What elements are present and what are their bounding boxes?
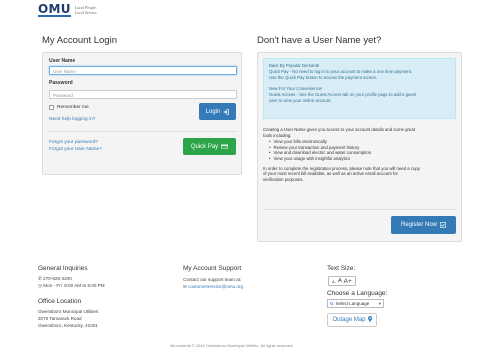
text-size-large[interactable]: A+ <box>344 278 352 285</box>
copyright: All contents © 2016 Owensboro Municipal … <box>170 343 294 348</box>
password-input[interactable]: Password <box>49 90 237 99</box>
office-location-title: Office Location <box>38 298 82 305</box>
account-support-title: My Account Support <box>183 265 242 272</box>
signup-info-alert: Back By Popular Demand! Quick Pay - No n… <box>263 58 456 119</box>
remember-me-checkbox[interactable] <box>49 105 54 110</box>
office-name: Owensboro Municipal Utilities <box>38 309 99 314</box>
general-inquiries-title: General Inquiries <box>38 265 88 272</box>
hours-text: Mon - Fri: 8:00 AM to 5:00 PM <box>43 283 105 288</box>
clock-icon: ◷ <box>38 283 43 288</box>
register-now-button[interactable]: Register Now <box>391 216 456 234</box>
forgot-username-link[interactable]: Forgot your User Name? <box>49 147 102 152</box>
outage-map-button[interactable]: Outage Map <box>327 313 377 327</box>
omu-logo[interactable]: OMU Local People. Local Service. <box>38 3 105 18</box>
chevron-down-icon: ▾ <box>378 300 381 306</box>
text-size-medium[interactable]: A <box>338 278 342 284</box>
sign-in-icon <box>223 108 230 115</box>
remember-me-label: Remember me <box>57 105 89 110</box>
logo-tagline: Local People. Local Service. <box>74 5 98 15</box>
site-header: OMU Local People. Local Service. <box>0 0 500 22</box>
password-label: Password <box>49 80 73 86</box>
phone-number[interactable]: 270-926-3200 <box>43 276 72 281</box>
check-square-icon <box>440 222 446 228</box>
signup-intro: Creating a User Name gives you access to… <box>263 127 459 182</box>
outro-line: verification purposes. <box>263 176 304 182</box>
quick-pay-button[interactable]: Quick Pay <box>183 138 236 155</box>
logo-wordmark: OMU <box>38 2 71 17</box>
login-divider <box>48 131 236 132</box>
support-email-line: ✉ customerservice@omu.org <box>183 284 243 290</box>
map-marker-icon <box>367 316 372 324</box>
username-label: User Name <box>49 58 76 64</box>
signup-title: Don't have a User Name yet? <box>257 35 382 46</box>
envelope-icon: ✉ <box>183 284 187 289</box>
text-size-title: Text Size: <box>327 265 356 272</box>
info-line: user to view your online account. <box>269 97 332 103</box>
username-input[interactable]: User Name <box>49 66 237 75</box>
office-street: 2070 Tamarack Road <box>38 316 82 321</box>
need-help-link[interactable]: Need help logging in? <box>49 117 95 122</box>
quick-pay-label: Quick Pay <box>190 143 219 150</box>
google-icon: G <box>330 301 334 306</box>
signup-divider <box>263 209 456 210</box>
phone-line: ✆ 270-926-3200 <box>38 276 72 282</box>
outage-map-label: Outage Map <box>332 317 366 323</box>
support-email-link[interactable]: customerservice@omu.org <box>188 284 243 289</box>
language-value: Select Language <box>335 301 370 306</box>
text-size-small[interactable]: A- <box>332 279 336 284</box>
language-title: Choose a Language: <box>327 290 388 297</box>
login-button-label: Login <box>205 108 221 115</box>
login-title: My Account Login <box>42 35 117 46</box>
language-select[interactable]: G Select Language ▾ <box>327 299 384 308</box>
login-button[interactable]: Login <box>199 103 236 120</box>
hours-line: ◷ Mon - Fri: 8:00 AM to 5:00 PM <box>38 283 105 289</box>
intro-line: tools including: <box>263 132 292 138</box>
support-text: Contact our support team at: <box>183 277 242 282</box>
office-city: Owensboro, Kentucky, 42301 <box>38 323 98 328</box>
register-now-label: Register Now <box>400 222 437 228</box>
text-size-controls: A- A A+ <box>328 276 356 286</box>
credit-card-icon <box>221 144 229 149</box>
forgot-password-link[interactable]: Forgot your password? <box>49 140 98 145</box>
benefits-list: View your bills electronically Review yo… <box>263 139 459 161</box>
phone-icon: ✆ <box>38 276 42 281</box>
